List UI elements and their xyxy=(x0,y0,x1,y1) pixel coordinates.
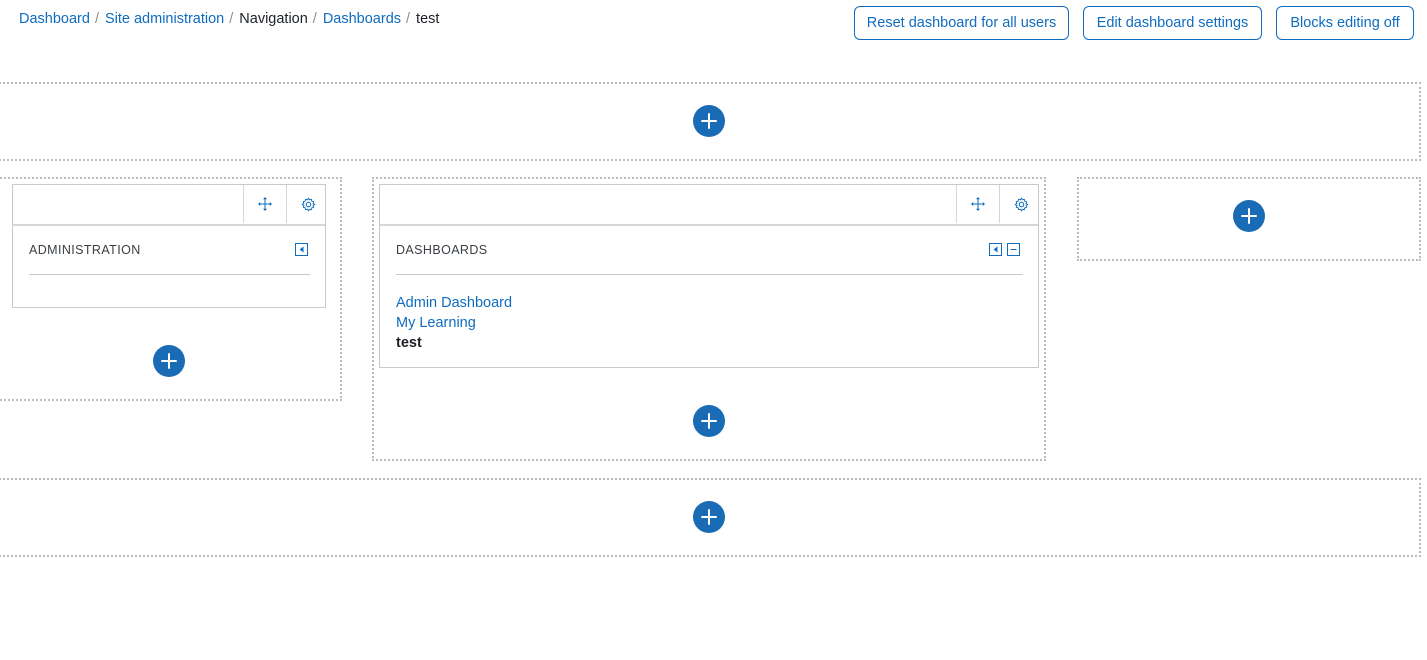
dashboards-block: DASHBOARDS Admin Dashboard My Learning t… xyxy=(379,184,1039,368)
administration-block: ADMINISTRATION xyxy=(12,184,326,308)
dock-block-button[interactable] xyxy=(989,243,1002,256)
block-header xyxy=(380,185,1038,226)
block-header xyxy=(13,185,325,226)
dock-left-icon xyxy=(993,246,998,253)
dashboard-link-admin-dashboard[interactable]: Admin Dashboard xyxy=(396,293,512,313)
add-block-button-right[interactable] xyxy=(1233,200,1265,232)
breadcrumb-separator: / xyxy=(312,11,317,27)
minus-icon xyxy=(1010,249,1017,250)
dashboard-current-item: test xyxy=(396,335,422,351)
breadcrumb: Dashboard / Site administration / Naviga… xyxy=(19,9,439,29)
edit-dashboard-settings-button[interactable]: Edit dashboard settings xyxy=(1083,6,1262,40)
dock-block-button[interactable] xyxy=(295,243,308,256)
breadcrumb-navigation: Navigation xyxy=(239,11,308,27)
dock-left-icon xyxy=(299,246,304,253)
plus-icon xyxy=(701,509,717,525)
block-title: DASHBOARDS xyxy=(396,243,488,257)
plus-icon xyxy=(161,353,177,369)
blocks-editing-toggle-button[interactable]: Blocks editing off xyxy=(1276,6,1414,40)
move-block-button[interactable] xyxy=(956,185,999,223)
block-divider xyxy=(29,274,310,275)
plus-icon xyxy=(1241,208,1257,224)
dashboard-list: Admin Dashboard My Learning test xyxy=(396,293,512,353)
configure-block-button[interactable] xyxy=(999,185,1042,223)
breadcrumb-separator: / xyxy=(229,11,234,27)
reset-dashboard-button[interactable]: Reset dashboard for all users xyxy=(854,6,1069,40)
gear-icon xyxy=(301,197,315,211)
block-divider xyxy=(396,274,1023,275)
move-block-button[interactable] xyxy=(243,185,286,223)
dashboard-link-my-learning[interactable]: My Learning xyxy=(396,313,512,333)
add-block-button-center[interactable] xyxy=(693,405,725,437)
collapse-block-button[interactable] xyxy=(1007,243,1020,256)
breadcrumb-dashboards[interactable]: Dashboards xyxy=(323,11,401,27)
add-block-button-left[interactable] xyxy=(153,345,185,377)
block-title: ADMINISTRATION xyxy=(29,243,141,257)
plus-icon xyxy=(701,113,717,129)
add-block-button-top[interactable] xyxy=(693,105,725,137)
gear-icon xyxy=(1014,197,1028,211)
breadcrumb-separator: / xyxy=(94,11,99,27)
plus-icon xyxy=(701,413,717,429)
configure-block-button[interactable] xyxy=(286,185,329,223)
move-arrows-icon xyxy=(258,197,272,211)
breadcrumb-dashboard[interactable]: Dashboard xyxy=(19,11,90,27)
breadcrumb-site-administration[interactable]: Site administration xyxy=(105,11,224,27)
breadcrumb-current-page: test xyxy=(416,11,440,27)
move-arrows-icon xyxy=(971,197,985,211)
add-block-button-bottom[interactable] xyxy=(693,501,725,533)
breadcrumb-separator: / xyxy=(406,11,411,27)
